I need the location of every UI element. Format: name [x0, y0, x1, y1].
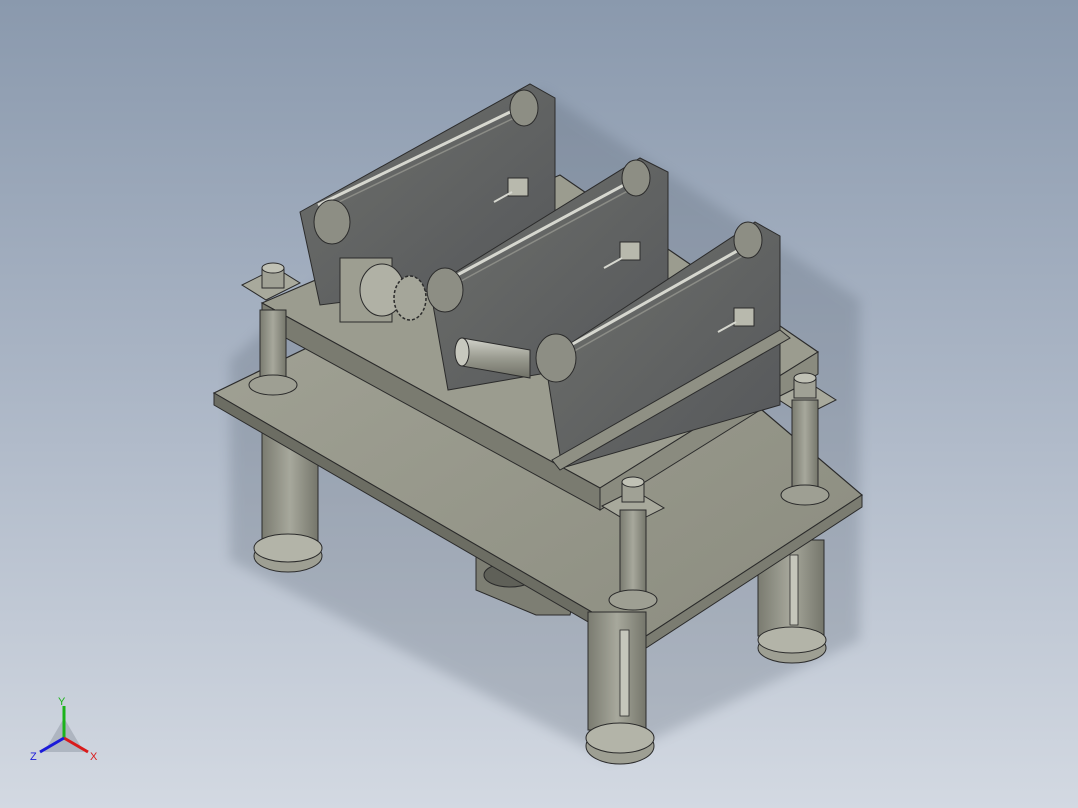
axis-label-z: Z: [30, 751, 37, 763]
orientation-triad[interactable]: [24, 690, 114, 780]
axis-label-y: Y: [58, 696, 66, 708]
axis-label-x: X: [90, 751, 98, 763]
front-leg[interactable]: [585, 611, 655, 765]
cad-model-view[interactable]: [0, 0, 1078, 808]
graphics-viewport[interactable]: Y Z X: [0, 0, 1078, 808]
